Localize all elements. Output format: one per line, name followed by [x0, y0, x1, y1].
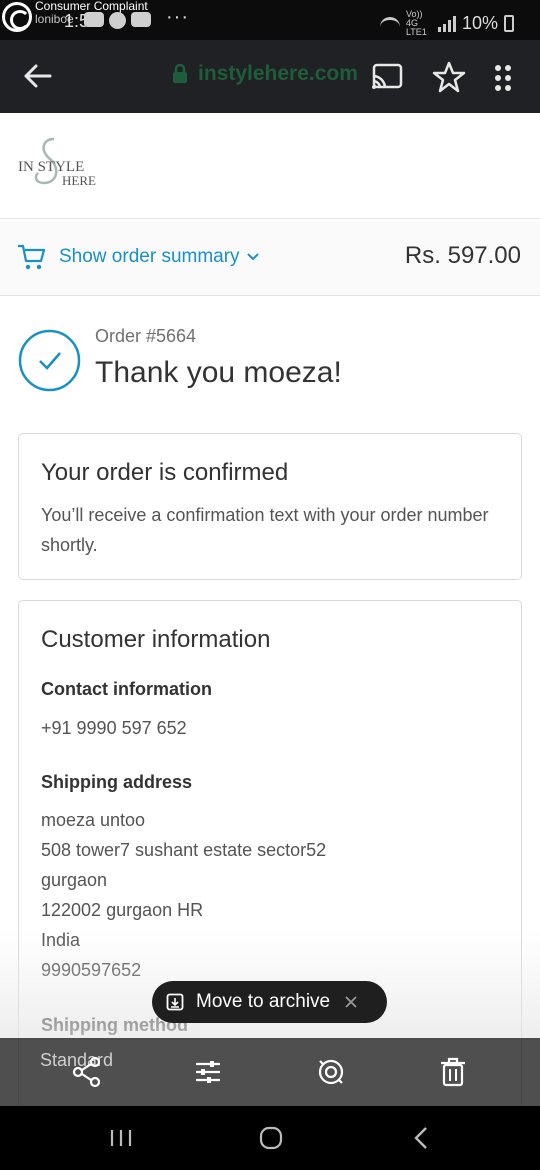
confirmed-title: Your order is confirmed: [41, 459, 289, 486]
cast-icon[interactable]: [370, 62, 404, 92]
order-number: Order #5664: [95, 326, 197, 346]
system-nav-bar: [0, 1106, 540, 1170]
order-confirmed-card: Your order is confirmed You’ll receive a…: [18, 433, 522, 580]
address-line: 9990597652: [41, 960, 142, 980]
more-vert-icon[interactable]: [492, 64, 514, 92]
address-bar[interactable]: instylehere.com: [172, 62, 358, 86]
home-icon[interactable]: [259, 1126, 283, 1150]
address-line: 508 tower7 sushant estate sector52: [41, 840, 327, 860]
order-summary-bar: Show order summary Rs. 597.00: [0, 220, 540, 296]
address-line: 122002 gurgaon HR: [41, 900, 204, 920]
status-right: Vo)) 4G LTE1 10%: [379, 9, 514, 37]
share-icon[interactable]: [70, 1055, 104, 1089]
move-to-archive-snackbar[interactable]: Move to archive: [152, 981, 387, 1023]
wifi-icon: [379, 16, 400, 31]
star-add-icon[interactable]: [432, 60, 466, 94]
battery-level: 10%: [461, 13, 498, 33]
shop-header: IN STYLE HERE: [0, 113, 540, 219]
cart-icon: [18, 244, 45, 270]
address-line: gurgaon: [41, 870, 108, 890]
notification-icons: [84, 12, 151, 29]
snackbar-label[interactable]: Move to archive: [196, 991, 330, 1013]
more-notifications-icon: ···: [166, 6, 189, 28]
app-notification-icon: [109, 12, 126, 29]
customer-title: Customer information: [41, 626, 271, 653]
contact-heading: Contact information: [41, 679, 212, 699]
network-label: Vo)) 4G LTE1: [405, 9, 427, 37]
shipping-address-heading: Shipping address: [41, 772, 193, 792]
chevron-down-icon: [246, 253, 259, 261]
status-bar: Consumer Complaint loniboe 1:59 ··· Vo))…: [0, 0, 540, 40]
signal-icon: [437, 15, 456, 32]
contact-value: +91 9990 597 652: [41, 718, 187, 738]
trash-icon[interactable]: [436, 1055, 470, 1089]
youtube-icon: [84, 12, 104, 27]
browser-toolbar: instylehere.com: [0, 40, 540, 113]
address-line: moeza untoo: [41, 810, 146, 830]
check-circle-icon: [18, 329, 81, 392]
confirmed-message: You’ll receive a confirmation text with …: [41, 505, 489, 555]
order-total: Rs. 597.00: [404, 242, 521, 269]
address-line: India: [41, 930, 81, 950]
double-chevron-left-icon[interactable]: [22, 60, 54, 92]
summary-toggle-label: Show order summary: [59, 246, 240, 267]
copyright-logo-icon: [2, 2, 32, 32]
shop-logo[interactable]: IN STYLE HERE: [18, 133, 108, 197]
gallery-action-bar: Standard: [0, 1038, 540, 1106]
logo-text-bottom: HERE: [62, 173, 96, 188]
back-icon[interactable]: [412, 1126, 430, 1150]
archive-icon: [166, 993, 184, 1011]
sliders-icon[interactable]: [191, 1055, 225, 1089]
show-order-summary-toggle[interactable]: Show order summary: [59, 246, 260, 268]
instylehere-logo-icon: IN STYLE HERE: [18, 137, 96, 188]
battery-icon: [504, 15, 514, 32]
lens-icon[interactable]: [314, 1055, 348, 1089]
youtube-icon: [131, 12, 151, 27]
url-text[interactable]: instylehere.com: [198, 62, 358, 86]
lock-icon: [173, 64, 187, 83]
recent-apps-icon[interactable]: [110, 1128, 132, 1148]
thank-you-heading: Thank you moeza!: [95, 356, 342, 389]
close-icon[interactable]: [344, 995, 358, 1009]
